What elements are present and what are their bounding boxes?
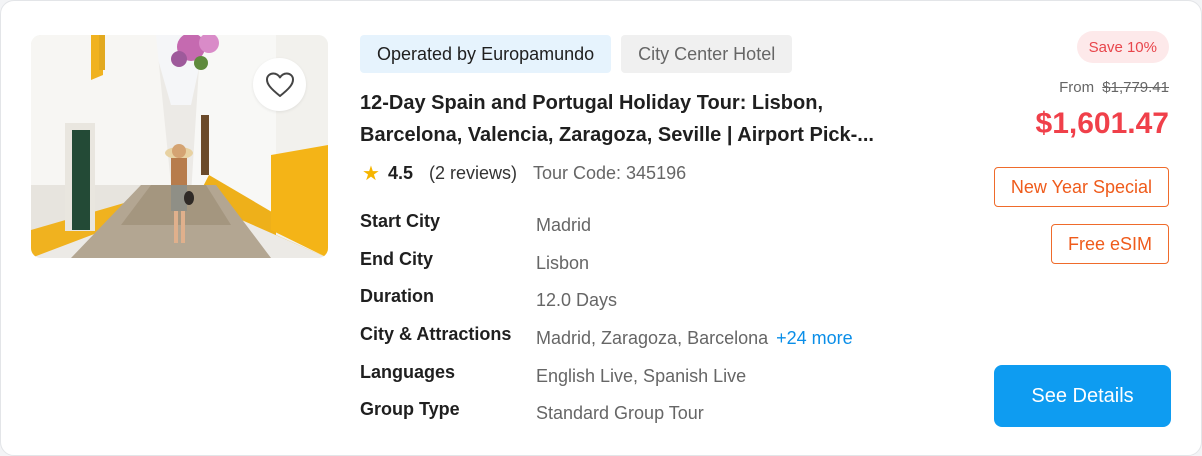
detail-value: Standard Group Tour <box>536 403 704 424</box>
star-icon: ★ <box>362 163 380 185</box>
detail-value: Madrid <box>536 215 592 235</box>
promo-badge-esim: Free eSIM <box>1050 224 1169 264</box>
tour-code: Tour Code: 345196 <box>532 163 687 183</box>
current-price: $1,601.47 <box>1035 107 1169 140</box>
detail-value: Lisbon <box>536 252 590 273</box>
more-attractions-link[interactable]: +24 more <box>776 328 853 348</box>
discount-badge: Save 10% <box>1076 31 1169 63</box>
favorite-button[interactable] <box>253 58 306 111</box>
original-price-row: From $1,779.41 <box>1059 79 1169 96</box>
detail-value: English Live, Spanish Live <box>536 365 747 386</box>
rating-score: 4.5 <box>387 163 413 183</box>
tag-list: Operated by Europamundo City Center Hote… <box>360 35 793 73</box>
detail-label: Languages <box>360 361 456 382</box>
detail-label: City & Attractions <box>360 324 512 345</box>
hotel-tag: City Center Hotel <box>621 35 793 73</box>
review-count[interactable]: (2 reviews) <box>429 163 517 184</box>
detail-value-text: Madrid, Zaragoza, Barcelona <box>536 328 769 349</box>
detail-label: Start City <box>360 211 441 231</box>
tour-card: Operated by Europamundo City Center Hote… <box>0 0 1202 456</box>
detail-label: Group Type <box>360 399 460 420</box>
from-label: From <box>1059 79 1095 96</box>
detail-value: Madrid, Zaragoza, Barcelona +24 more <box>536 328 853 349</box>
rating-row: ★ 4.5 (2 reviews) Tour Code: 345196 <box>362 161 686 186</box>
promo-badge-new-year: New Year Special <box>993 167 1169 207</box>
see-details-button[interactable]: See Details <box>994 365 1171 427</box>
detail-label: Duration <box>360 286 434 307</box>
heart-icon <box>265 72 294 97</box>
tour-title-line-2: Barcelona, Valencia, Zaragoza, Seville |… <box>360 124 874 146</box>
detail-value: 12.0 Days <box>536 290 618 311</box>
operator-tag: Operated by Europamundo <box>360 35 612 73</box>
tour-title-line-1: 12-Day Spain and Portugal Holiday Tour: … <box>360 92 824 114</box>
original-price: $1,779.41 <box>1102 79 1169 96</box>
detail-label: End City <box>360 248 434 269</box>
tour-title[interactable]: 12-Day Spain and Portugal Holiday Tour: … <box>360 87 935 151</box>
